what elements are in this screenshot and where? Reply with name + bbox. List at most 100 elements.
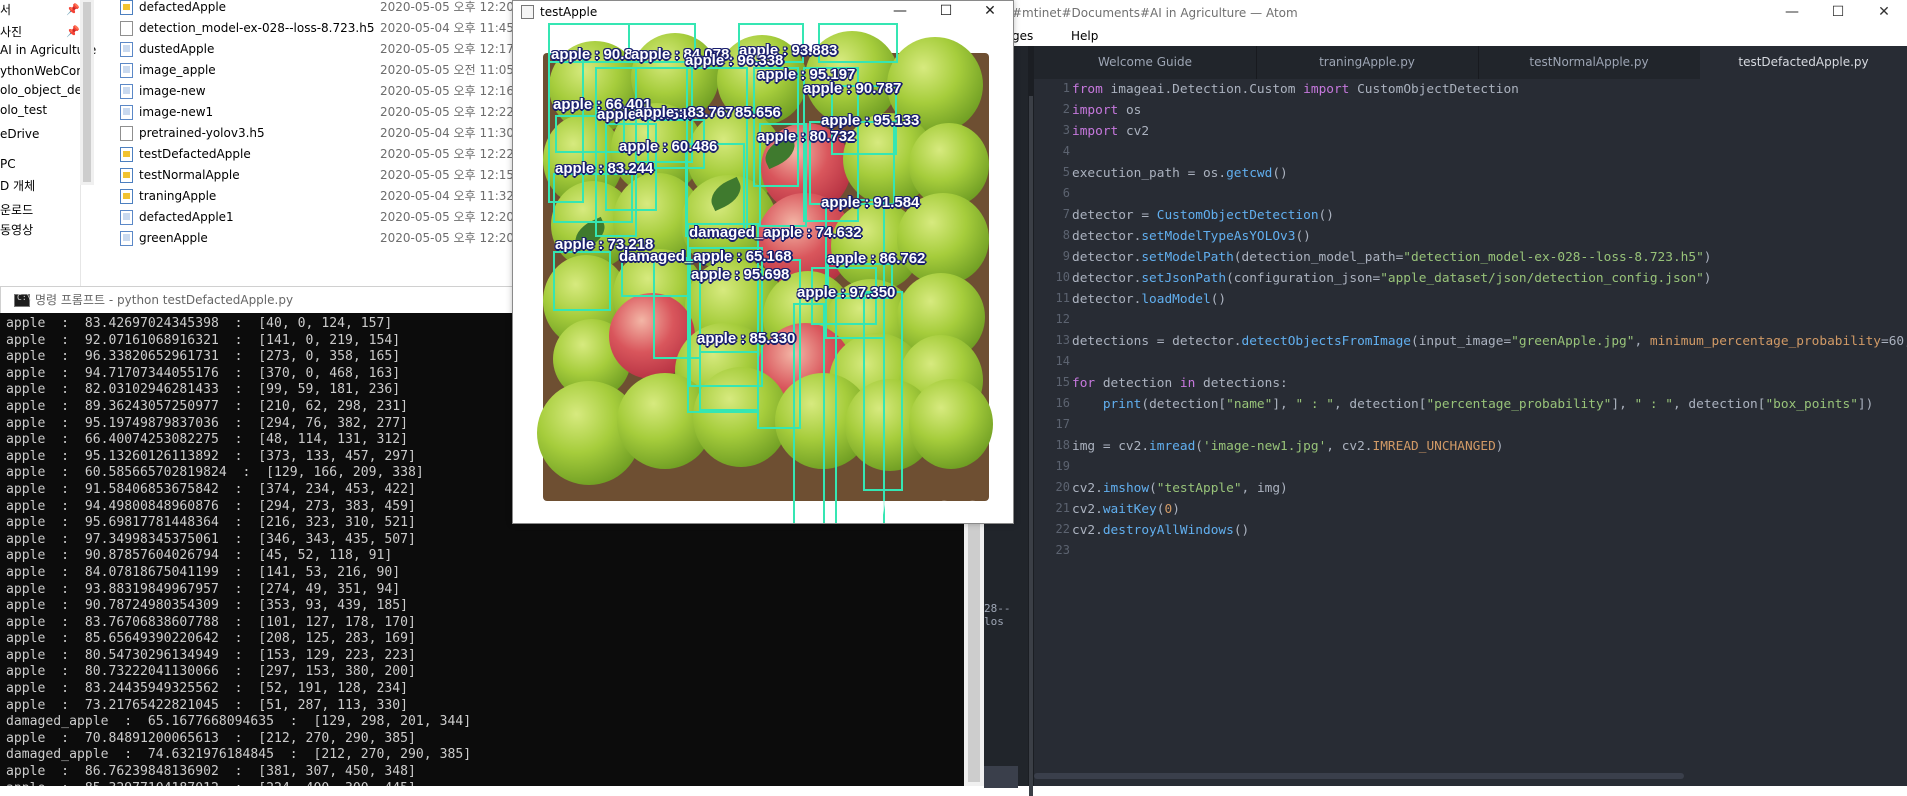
minimize-button[interactable]: — (877, 1, 923, 23)
line-number: 11 (1055, 291, 1070, 305)
code-token: waitKey (1102, 502, 1157, 517)
navigation-scrollbar[interactable] (80, 0, 94, 185)
editor-horizontal-scrollbar[interactable] (1034, 773, 1684, 779)
code-token: CustomObjectDetection (1156, 208, 1319, 223)
code-token: , detection[ (1673, 397, 1766, 412)
console-line: apple : 85.32977104187012 : [224, 400, 3… (6, 781, 961, 786)
file-name: image_apple (139, 63, 216, 77)
menu-help[interactable]: Help (1071, 26, 1098, 46)
code-line: import os (1072, 100, 1141, 121)
file-row[interactable]: greenApple 2020-05-05 오후 12:20 (120, 228, 520, 249)
code-line: detections = detector.detectObjectsFromI… (1072, 331, 1907, 352)
code-token: " : " (1634, 397, 1674, 412)
maximize-button[interactable]: ☐ (923, 1, 969, 23)
nav-item[interactable]: 사진 (0, 22, 22, 42)
code-token: "greenApple.jpg" (1511, 334, 1635, 349)
console-line: damaged_apple : 74.6321976184845 : [212,… (6, 747, 472, 763)
bounding-box (863, 291, 903, 491)
file-row[interactable]: image-new 2020-05-05 오후 12:16 (120, 81, 520, 102)
nav-item[interactable]: olo_test (0, 100, 47, 120)
folder-icon (120, 210, 133, 225)
file-row[interactable]: defactedApple1 2020-05-05 오후 12:20 (120, 207, 520, 228)
console-line: apple : 86.76239848136902 : [381, 307, 4… (6, 764, 416, 780)
code-token: () (1295, 229, 1311, 244)
nav-item[interactable]: 동영상 (0, 220, 33, 240)
nav-item[interactable]: PC (0, 154, 16, 174)
maximize-button[interactable]: ☐ (1815, 0, 1861, 26)
close-button[interactable]: ✕ (1861, 0, 1907, 26)
code-editor[interactable]: from imageai.Detection.Custom import Cus… (1072, 79, 1907, 786)
line-number: 3 (1062, 123, 1070, 137)
detection-label: apple : 83.244 (555, 160, 654, 177)
nav-item[interactable]: 운로드 (0, 200, 33, 220)
file-row[interactable]: traningApple 2020-05-04 오후 11:32 (120, 186, 520, 207)
console-line: apple : 90.78724980354309 : [353, 93, 43… (6, 598, 409, 614)
code-token: , cv2. (1326, 439, 1373, 454)
console-line: apple : 80.54730296134949 : [153, 129, 2… (6, 647, 416, 663)
close-button[interactable]: ✕ (967, 1, 1013, 23)
file-icon (120, 126, 133, 141)
code-token: setModelPath (1141, 250, 1234, 265)
bounding-box (553, 173, 633, 223)
bounding-box (699, 351, 759, 411)
file-name: testDefactedApple (139, 147, 251, 161)
detection-label: apple : 80.732 (757, 128, 856, 145)
navigation-pane: 서 사진 AI in Agriculture ythonWebCom olo_objec… (0, 0, 96, 300)
file-row[interactable]: pretrained-yolov3.h5 2020-05-04 오후 11:30 (120, 123, 520, 144)
line-number: 15 (1055, 375, 1070, 389)
line-number: 6 (1062, 186, 1070, 200)
line-number: 1 (1062, 81, 1070, 95)
detection-title-bar[interactable]: testApple — ☐ ✕ (513, 1, 1013, 23)
file-row[interactable]: testDefactedApple 2020-05-05 오후 12:22 (120, 144, 520, 165)
tree-item-fragment[interactable]: 28--los (984, 602, 1028, 628)
nav-item[interactable]: ythonWebCom (0, 61, 88, 81)
code-token: (input_image= (1411, 334, 1512, 349)
file-row[interactable]: detection_model-ex-028--loss-8.723.h5 202… (120, 18, 520, 39)
nav-item[interactable]: eDrive (0, 124, 39, 144)
code-token: =60, (1881, 334, 1907, 349)
nav-item[interactable]: 서 (0, 0, 11, 20)
file-row[interactable]: testNormalApple 2020-05-05 오후 12:15 (120, 165, 520, 186)
scrollbar-thumb[interactable] (968, 512, 980, 782)
terminal-icon: C:\ (14, 293, 31, 307)
tree-selected-item[interactable] (984, 766, 1018, 788)
detection-label: apple : 60.486 (619, 138, 718, 155)
code-line: print(detection["name"], " : ", detectio… (1072, 394, 1874, 415)
tab-traning-apple[interactable]: traningApple.py (1256, 46, 1479, 79)
code-token: "name" (1226, 397, 1273, 412)
file-date: 2020-05-05 오후 12:22 (380, 105, 515, 119)
file-name: defactedApple1 (139, 210, 234, 224)
scrollbar-thumb[interactable] (83, 2, 91, 182)
code-token: setJsonPath (1141, 271, 1227, 286)
console-line: apple : 97.34998345375061 : [346, 343, 4… (6, 531, 416, 547)
file-row[interactable]: defactedApple 2020-05-05 오후 12:20 (120, 0, 520, 18)
detection-label: 85.656 (735, 104, 781, 121)
file-row[interactable]: image_apple 2020-05-05 오전 11:05 (120, 60, 520, 81)
python-file-icon (120, 168, 133, 183)
detection-label: apple : 83.767 (635, 104, 734, 121)
tab-test-defacted-apple[interactable]: testDefactedApple.py (1700, 46, 1907, 79)
file-name: image-new1 (139, 105, 214, 119)
window-icon (521, 5, 534, 19)
tab-welcome-guide[interactable]: Welcome Guide (1034, 46, 1257, 79)
tab-test-normal-apple[interactable]: testNormalApple.py (1478, 46, 1701, 79)
code-line: for detection in detections: (1072, 373, 1288, 394)
green-apple (909, 379, 993, 469)
code-token: detector. (1072, 250, 1142, 265)
file-row[interactable]: dustedApple 2020-05-05 오후 12:17 (120, 39, 520, 60)
console-line: apple : 90.87857604026794 : [45, 52, 118… (6, 548, 393, 564)
code-token: getcwd (1226, 166, 1273, 181)
code-token: ) (1495, 439, 1504, 454)
file-date: 2020-05-04 오후 11:30 (380, 126, 515, 140)
code-token: import (1303, 82, 1358, 97)
file-row[interactable]: image-new1 2020-05-05 오후 12:22 (120, 102, 520, 123)
minimize-button[interactable]: — (1769, 0, 1815, 26)
nav-item[interactable]: D 개체 (0, 176, 35, 196)
atom-title-bar[interactable]: #mtinet#Documents#AI in Agriculture — At… (984, 0, 1907, 26)
scrollbar-thumb[interactable] (1029, 96, 1033, 796)
code-token: ], (1611, 397, 1635, 412)
line-number-gutter: 1 2 3 4 5 6 7 8 9 10 11 12 13 14 15 16 17 18 19 20 21 22 23 (1034, 79, 1076, 786)
file-date: 2020-05-04 오후 11:32 (380, 189, 515, 203)
code-token: import (1072, 124, 1126, 139)
code-token: in (1179, 376, 1203, 391)
